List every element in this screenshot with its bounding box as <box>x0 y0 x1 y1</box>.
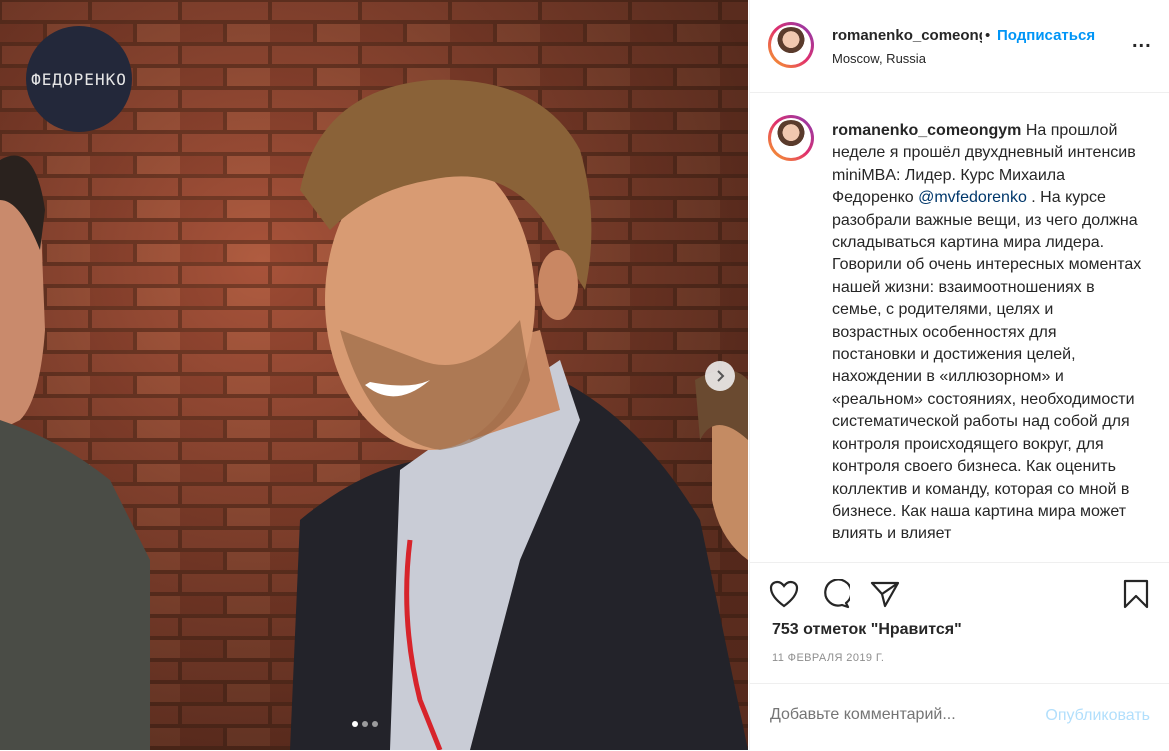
post-photo[interactable]: ФЕДОРЕНКО <box>0 0 748 750</box>
carousel-dot <box>372 721 378 727</box>
post-sidebar: romanenko_comeongym • Подписаться Moscow… <box>749 0 1169 750</box>
caption-area: romanenko_comeongym На прошлой неделе я … <box>750 93 1169 561</box>
more-icon: ... <box>1132 30 1152 52</box>
caption-username[interactable]: romanenko_comeongym <box>832 122 1021 139</box>
carousel-next-button[interactable] <box>705 361 735 391</box>
bookmark-icon <box>1123 579 1149 609</box>
separator-dot: • <box>985 27 991 44</box>
logo-text: ФЕДОРЕНКО <box>31 69 127 89</box>
author-avatar[interactable] <box>768 22 814 68</box>
post-header: romanenko_comeongym • Подписаться Moscow… <box>750 0 1169 93</box>
publish-button[interactable]: Опубликовать <box>1045 707 1150 725</box>
comment-bar: Опубликовать <box>750 683 1169 751</box>
chevron-right-icon <box>717 370 725 382</box>
carousel-dot <box>362 721 368 727</box>
like-button[interactable] <box>767 577 801 611</box>
post-actions: 753 отметок "Нравится" 11 ФЕВРАЛЯ 2019 Г… <box>750 562 1169 683</box>
author-username[interactable]: romanenko_comeongym <box>832 27 982 44</box>
fedorenko-logo: ФЕДОРЕНКО <box>26 26 132 132</box>
more-options-button[interactable]: ... <box>1132 31 1152 51</box>
post-date[interactable]: 11 ФЕВРАЛЯ 2019 Г. <box>772 652 884 664</box>
send-icon <box>870 581 900 608</box>
caption-text-continued: . На курсе разобрали важные вещи, из чег… <box>832 189 1142 543</box>
save-button[interactable] <box>1119 577 1153 611</box>
comment-input[interactable] <box>770 706 1010 724</box>
comment-button[interactable] <box>818 577 852 611</box>
comment-icon <box>824 579 850 609</box>
share-button[interactable] <box>868 577 902 611</box>
mention-link[interactable]: @mvfedorenko <box>918 189 1027 206</box>
likes-count[interactable]: 753 отметок "Нравится" <box>772 621 962 639</box>
heart-icon <box>769 580 799 608</box>
location-link[interactable]: Moscow, Russia <box>832 51 926 66</box>
follow-button[interactable]: Подписаться <box>997 27 1095 44</box>
carousel-indicator <box>352 721 378 727</box>
caption-avatar[interactable] <box>768 115 814 161</box>
post-caption: romanenko_comeongym На прошлой неделе я … <box>832 120 1142 546</box>
carousel-dot <box>352 721 358 727</box>
